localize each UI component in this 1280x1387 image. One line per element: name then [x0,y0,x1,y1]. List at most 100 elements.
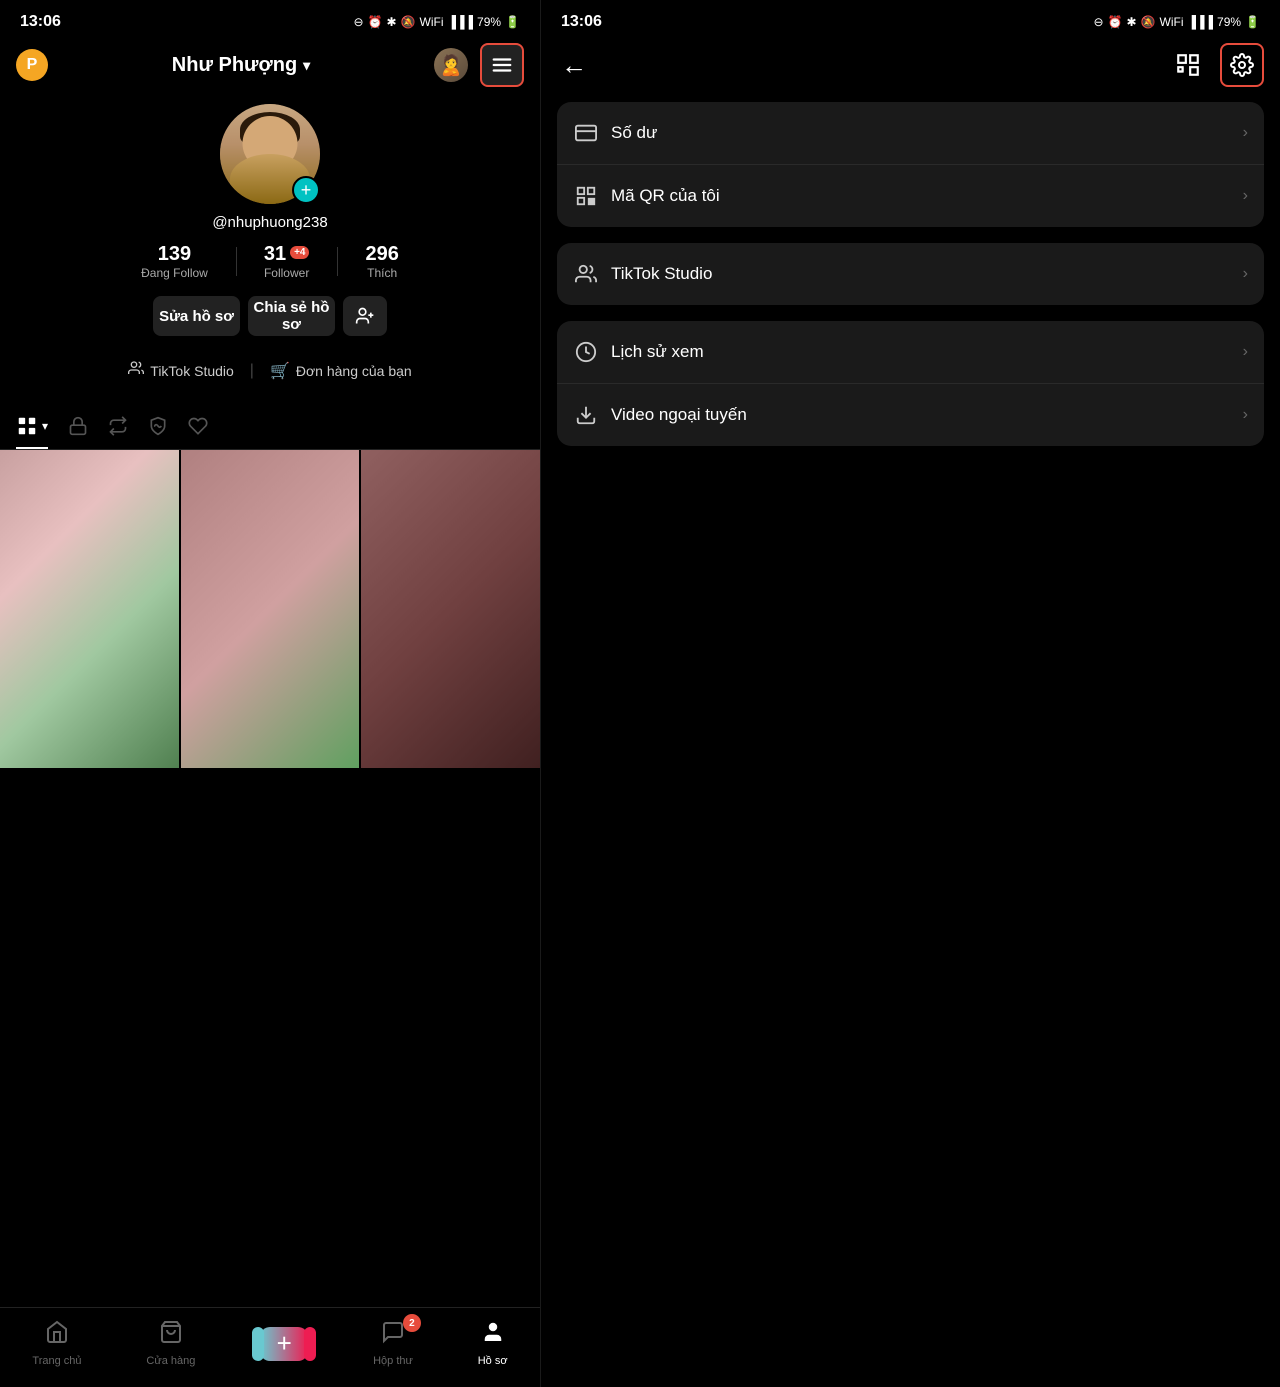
status-minus-left: ⊖ [353,15,363,29]
shortcut-orders[interactable]: 🛒 Đơn hàng của bạn [270,361,412,381]
battery-icon-left: 🔋 [505,15,520,29]
menu-item-studio-left: TikTok Studio [573,261,712,287]
tab-videos[interactable]: ▾ [16,405,48,449]
so-du-label: Số dư [611,123,657,143]
shortcuts-row: TikTok Studio | 🛒 Đơn hàng của bạn [112,352,427,389]
menu-item-tiktok-studio[interactable]: TikTok Studio › [557,243,1264,305]
nav-profile-label: Hồ sơ [478,1355,508,1367]
bluetooth-icon-right: ✱ [1126,15,1136,29]
battery-icon-right: 🔋 [1245,15,1260,29]
shop-icon [159,1320,183,1351]
status-bar-left: 13:06 ⊖ ⏰ ✱ 🔕 WiFi ▐▐▐ 79% 🔋 [0,0,540,40]
edit-profile-button[interactable]: Sửa hồ sơ [153,296,240,336]
tab-liked[interactable] [188,406,208,448]
qr-icon [573,183,599,209]
action-buttons: Sửa hồ sơ Chia sẻ hồ sơ [137,296,403,336]
hamburger-button[interactable] [480,43,524,87]
stat-followers-label: Follower [264,266,309,280]
menu-item-ma-qr-left: Mã QR của tôi [573,183,720,209]
chevron-right-icon-2: › [1243,187,1248,205]
menu-section-2: TikTok Studio › [557,243,1264,305]
share-profile-button[interactable]: Chia sẻ hồ sơ [248,296,335,336]
signal-icon: ▐▐▐ [448,15,474,29]
tab-private[interactable] [68,406,88,448]
menu-section-3: Lịch sử xem › Video ngoại tuyến › [557,321,1264,446]
tab-repost[interactable] [108,406,128,448]
shortcut-orders-label: Đơn hàng của bạn [296,363,412,379]
status-time-right: 13:06 [561,13,602,31]
ma-qr-label: Mã QR của tôi [611,186,720,206]
stat-followers-number: 31 +4 [264,243,310,266]
inbox-badge: 2 [403,1314,421,1332]
add-friend-button[interactable] [343,296,387,336]
scan-qr-button[interactable] [1168,45,1208,85]
profile-icon [481,1320,505,1351]
menu-item-offline-left: Video ngoại tuyến [573,402,747,428]
nav-item-create[interactable]: + [260,1327,308,1361]
stat-likes[interactable]: 296 Thích [337,243,426,280]
menu-item-video-offline[interactable]: Video ngoại tuyến › [557,384,1264,446]
stat-likes-number: 296 [365,243,398,266]
wifi-icon: WiFi [420,15,444,29]
nav-inbox-label: Hộp thư [373,1355,413,1367]
stat-following[interactable]: 139 Đang Follow [113,243,236,280]
avatar-container: + [220,104,320,204]
wallet-icon [573,120,599,146]
status-bar-right: 13:06 ⊖ ⏰ ✱ 🔕 WiFi ▐▐▐ 79% 🔋 [541,0,1280,40]
bluetooth-icon: ✱ [386,15,396,29]
inbox-icon [381,1320,405,1351]
alarm-icon: ⏰ [368,15,383,29]
tiktok-studio-label: TikTok Studio [611,264,712,284]
video-ngoai-tuyen-label: Video ngoại tuyến [611,405,747,425]
video-thumb-2[interactable] [181,450,360,768]
right-panel: 13:06 ⊖ ⏰ ✱ 🔕 WiFi ▐▐▐ 79% 🔋 ← [540,0,1280,1387]
mute-icon-right: 🔕 [1141,15,1156,29]
video-thumb-3[interactable] [361,450,540,768]
shortcut-studio-label: TikTok Studio [150,363,234,379]
stat-following-number: 139 [158,243,191,266]
video-grid [0,450,540,1307]
stat-following-label: Đang Follow [141,266,208,280]
avatar-nav[interactable]: 🙎 [434,48,468,82]
avatar-placeholder: 🙎 [439,53,464,78]
avatar-plus-button[interactable]: + [292,176,320,204]
username-title: Như Phượng [172,54,297,77]
shortcut-tiktok-studio[interactable]: TikTok Studio [128,360,234,381]
menu-item-history-left: Lịch sử xem [573,339,704,365]
menu-item-so-du[interactable]: Số dư › [557,102,1264,165]
create-button[interactable]: + [260,1327,308,1361]
signal-icon-right: ▐▐▐ [1188,15,1214,29]
back-button[interactable]: ← [557,46,591,85]
stat-likes-label: Thích [367,266,397,280]
right-top-nav: ← [541,40,1280,94]
mute-icon: 🔕 [401,15,416,29]
nav-logo: P [16,49,48,81]
cart-icon: 🛒 [270,361,290,381]
home-icon [45,1320,69,1351]
right-nav-actions [1168,43,1264,87]
nav-item-inbox[interactable]: 2 Hộp thư [373,1320,413,1367]
nav-item-profile[interactable]: Hồ sơ [478,1320,508,1367]
menu-item-lich-su-xem[interactable]: Lịch sử xem › [557,321,1264,384]
profile-username: @nhuphuong238 [212,214,327,231]
stat-followers[interactable]: 31 +4 Follower [236,243,338,280]
chevron-right-icon-4: › [1243,343,1248,361]
tab-tagged[interactable] [148,406,168,448]
tabs-row: ▾ [0,405,540,450]
nav-item-home[interactable]: Trang chủ [32,1320,81,1367]
status-time-left: 13:06 [20,13,61,31]
studio-icon [128,360,144,381]
nav-item-shop[interactable]: Cửa hàng [146,1320,195,1367]
nav-title[interactable]: Như Phượng ▾ [172,54,310,77]
menu-item-ma-qr[interactable]: Mã QR của tôi › [557,165,1264,227]
history-icon [573,339,599,365]
shortcut-divider: | [250,362,254,380]
nav-home-label: Trang chủ [32,1355,81,1367]
video-thumb-1[interactable] [0,450,179,768]
menu-section-1: Số dư › Mã QR của tôi [557,102,1264,227]
settings-button[interactable] [1220,43,1264,87]
stats-row: 139 Đang Follow 31 +4 Follower 296 Thích [0,243,540,280]
status-icons-right: ⊖ ⏰ ✱ 🔕 WiFi ▐▐▐ 79% 🔋 [1093,15,1260,29]
wifi-icon-right: WiFi [1160,15,1184,29]
status-minus-right: ⊖ [1093,15,1103,29]
